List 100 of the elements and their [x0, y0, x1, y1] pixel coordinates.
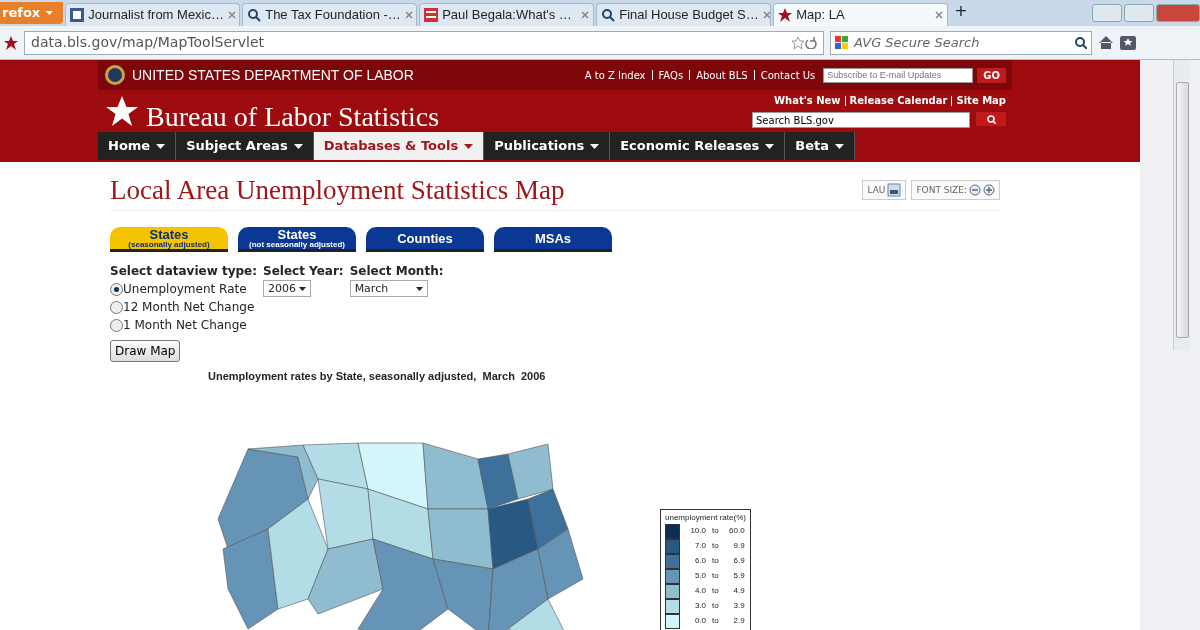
restore-button[interactable]	[1124, 4, 1154, 22]
nav-tab[interactable]: Beta	[785, 132, 856, 160]
address-bar[interactable]: data.bls.gov/map/MapToolServlet	[24, 30, 824, 55]
search-field[interactable]: Search BLS.gov	[752, 112, 970, 128]
field-label: Select dataview type:	[110, 263, 257, 281]
caret-icon	[299, 286, 306, 291]
email-field[interactable]: Subscribe to E-mail Updates	[823, 67, 974, 83]
star-logo-icon	[104, 94, 140, 128]
draw-map-button[interactable]: Draw Map	[110, 340, 181, 363]
plus-icon[interactable]	[983, 184, 995, 197]
header-link[interactable]: Release Calendar	[849, 93, 948, 108]
close-icon[interactable]	[404, 11, 413, 19]
star-icon	[4, 35, 18, 50]
header-link[interactable]: Site Map	[956, 93, 1006, 108]
minus-icon[interactable]	[969, 184, 981, 197]
legend-label: 5.9	[732, 570, 745, 583]
search-icon	[247, 8, 262, 22]
field-label: Select Year:	[263, 263, 344, 281]
close-icon[interactable]	[935, 11, 944, 19]
close-icon[interactable]	[228, 11, 236, 19]
legend-label: 9.9	[732, 540, 745, 553]
radio-option[interactable]: 12 Month Net Change	[110, 298, 257, 317]
legend-label: to	[712, 525, 719, 538]
nav-tab[interactable]: Subject Areas	[176, 132, 314, 160]
bookmark-star-icon[interactable]	[791, 35, 805, 50]
browser-tab[interactable]: Journalist from Mexic…	[65, 3, 241, 26]
close-icon[interactable]	[581, 11, 590, 19]
legend-label: to	[712, 600, 719, 613]
map-title: Unemployment rates by State, seasonally adjusted, March 2006	[208, 369, 547, 385]
newspaper-icon	[424, 8, 439, 22]
caret-icon	[464, 143, 474, 149]
caret-icon	[835, 143, 845, 149]
header-link[interactable]: What's New	[774, 93, 841, 108]
page-title: Local Area Unemployment Statistics Map	[110, 174, 565, 207]
seal-icon	[104, 64, 126, 86]
legend-label: to	[712, 615, 719, 628]
legend-label: 2.9	[732, 615, 745, 628]
reload-icon[interactable]	[805, 36, 817, 49]
browser-tab[interactable]: Final House Budget S…	[596, 3, 772, 26]
legend-label: 10.0	[689, 525, 706, 538]
legend-label: 60.0	[728, 525, 745, 538]
new-tab-button[interactable]: +	[948, 0, 974, 23]
nav-tab[interactable]: Economic Releases	[610, 132, 786, 160]
caret-icon	[765, 143, 775, 149]
nav-tab[interactable]: Publications	[484, 132, 611, 160]
radio-option[interactable]: 1 Month Net Change	[110, 316, 257, 335]
legend-label: to	[712, 570, 719, 583]
star-icon	[778, 8, 793, 22]
data-tab[interactable]: States (seasonally adjusted)	[110, 227, 228, 253]
header-link[interactable]: FAQs	[658, 67, 684, 83]
browser-tab[interactable]: Map: LA	[773, 3, 949, 26]
minimize-button[interactable]	[1092, 4, 1122, 22]
close-button[interactable]	[1156, 4, 1200, 22]
legend-label: 0.0	[693, 615, 706, 628]
data-tab[interactable]: MSAs	[494, 227, 612, 253]
legend-label: 7.0	[693, 540, 706, 553]
go-button[interactable]: GO	[977, 67, 1006, 83]
bookmarks-icon[interactable]	[1120, 35, 1136, 50]
data-tab[interactable]: Counties	[366, 227, 484, 253]
caret-icon	[590, 143, 600, 149]
close-icon[interactable]	[762, 11, 771, 19]
browser-tab[interactable]: The Tax Foundation -…	[242, 3, 418, 26]
legend-label: 5.0	[693, 570, 706, 583]
printer-icon	[887, 183, 902, 198]
header-link[interactable]: About BLS	[696, 67, 748, 83]
dropdown[interactable]: 2006	[263, 280, 311, 298]
caret-icon	[46, 11, 54, 15]
header-link[interactable]: A to Z Index	[584, 67, 646, 83]
legend-label: 4.0	[693, 585, 706, 598]
legend-label: 4.9	[732, 585, 745, 598]
agency-name: UNITED STATES DEPARTMENT OF LABOR	[132, 65, 415, 85]
data-tab[interactable]: States (not seasonally adjusted)	[238, 227, 356, 253]
caret-icon	[156, 143, 166, 149]
legend-label: 6.0	[693, 555, 706, 568]
page-icon	[70, 8, 85, 22]
legend-label: to	[712, 585, 719, 598]
search-button[interactable]	[976, 112, 1006, 126]
browser-tab[interactable]: Paul Begala:What's …	[419, 3, 595, 26]
search-icon	[601, 8, 616, 22]
search-field[interactable]: AVG Secure Search	[830, 30, 1092, 55]
search-engine-icon	[835, 36, 848, 49]
nav-tab[interactable]: Databases & Tools	[313, 132, 485, 160]
legend-label: 6.9	[732, 555, 745, 568]
home-icon[interactable]	[1098, 35, 1114, 50]
dropdown[interactable]: March	[349, 280, 428, 298]
header-link[interactable]: Contact Us	[760, 67, 816, 83]
legend-label: 3.9	[732, 600, 745, 613]
scrollbar[interactable]	[1173, 60, 1190, 350]
caret-icon	[415, 286, 423, 291]
field-label: Select Month:	[349, 263, 444, 281]
caret-icon	[293, 143, 303, 149]
legend-label: to	[712, 540, 719, 553]
lau-button[interactable]: LAU	[862, 180, 907, 201]
scroll-thumb[interactable]	[1176, 82, 1189, 338]
radio-option[interactable]: Unemployment Rate	[110, 280, 257, 299]
legend-label: 3.0	[693, 600, 706, 613]
nav-tab[interactable]: Home	[98, 132, 177, 160]
legend-label: to	[712, 555, 719, 568]
site-title: Bureau of Labor Statistics	[146, 100, 440, 132]
search-icon[interactable]	[1075, 36, 1087, 49]
